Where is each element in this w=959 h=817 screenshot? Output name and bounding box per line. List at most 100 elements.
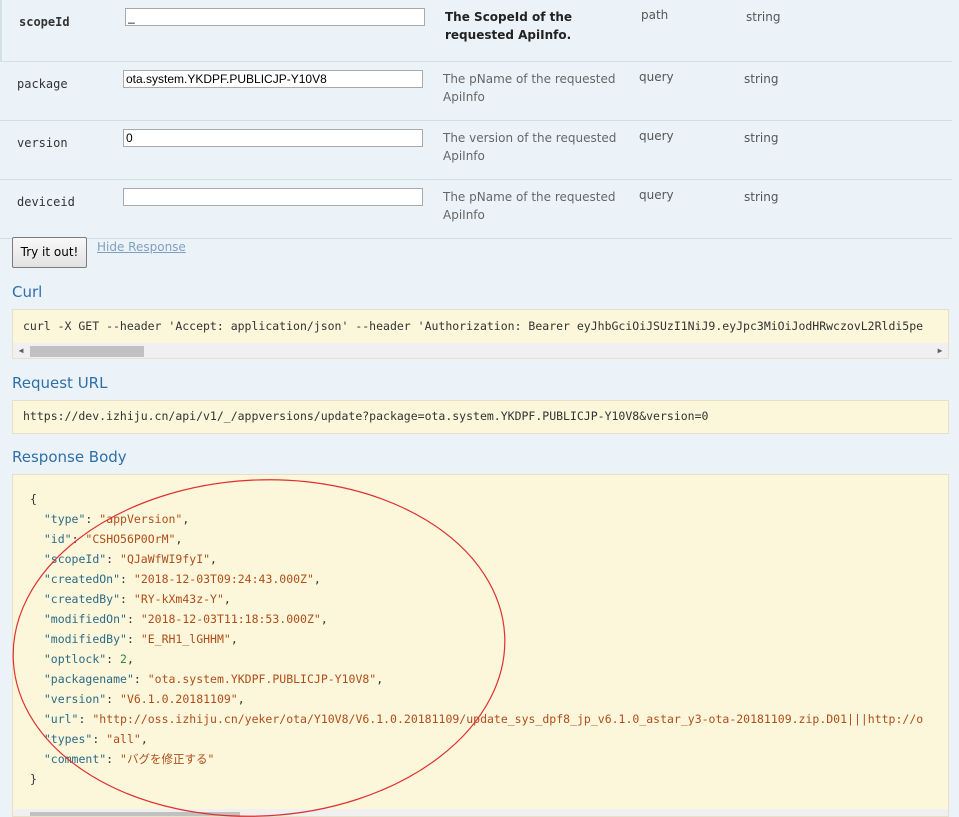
json-value: "2018-12-03T11:18:53.000Z" bbox=[140, 612, 321, 626]
hide-response-link[interactable]: Hide Response bbox=[97, 240, 186, 254]
json-comma: , bbox=[210, 552, 217, 566]
json-comma: , bbox=[126, 652, 134, 666]
param-data-type: string bbox=[744, 190, 779, 204]
scrollbar-thumb[interactable] bbox=[30, 346, 144, 357]
request-url-title: Request URL bbox=[12, 374, 108, 392]
param-type: query bbox=[639, 70, 674, 84]
curl-box: curl -X GET --header 'Accept: applicatio… bbox=[12, 309, 949, 359]
param-name: scopeId bbox=[19, 15, 70, 29]
json-key: "createdOn" bbox=[43, 572, 121, 586]
scrollbar-thumb[interactable] bbox=[30, 812, 240, 816]
json-line: "modifiedBy": "E_RH1_lGHHM", bbox=[30, 632, 238, 646]
json-colon: : bbox=[126, 612, 141, 626]
json-colon: : bbox=[126, 632, 141, 646]
json-value: "V6.1.0.20181109" bbox=[120, 692, 238, 706]
json-comma: , bbox=[320, 612, 328, 626]
param-row-deviceid: deviceid The pName of the requested ApiI… bbox=[0, 180, 952, 239]
json-key: "modifiedOn" bbox=[43, 612, 127, 626]
json-line: "comment": "バグを修正する" bbox=[30, 752, 215, 766]
json-line: "id": "CSHO56P0OrM", bbox=[30, 532, 183, 546]
json-comma: , bbox=[230, 632, 238, 646]
deviceid-input[interactable] bbox=[123, 188, 423, 206]
json-value: "QJaWfWI9fyI" bbox=[120, 552, 211, 566]
param-data-type: string bbox=[744, 72, 779, 86]
version-input[interactable] bbox=[123, 129, 423, 147]
json-key: "createdBy" bbox=[43, 592, 121, 606]
json-key: "version" bbox=[43, 692, 107, 706]
param-row-package: package The pName of the requested ApiIn… bbox=[0, 62, 952, 121]
scroll-right-icon[interactable]: ▶ bbox=[933, 343, 947, 358]
param-type: query bbox=[639, 129, 674, 143]
json-value: "E_RH1_lGHHM" bbox=[140, 632, 231, 646]
param-row-scopeid: scopeId The ScopeId of the requested Api… bbox=[0, 0, 952, 62]
json-comma: , bbox=[237, 692, 245, 706]
json-value: "バグを修正する" bbox=[120, 752, 215, 766]
response-body-title: Response Body bbox=[12, 448, 127, 466]
json-colon: : bbox=[85, 512, 100, 526]
curl-command: curl -X GET --header 'Accept: applicatio… bbox=[23, 319, 924, 333]
json-value: 2 bbox=[120, 652, 127, 666]
json-colon: : bbox=[71, 532, 86, 546]
json-colon: : bbox=[120, 572, 134, 586]
json-key: "optlock" bbox=[43, 652, 107, 666]
curl-scrollbar[interactable]: ◀ ▶ bbox=[13, 343, 948, 358]
json-line: "types": "all", bbox=[30, 732, 148, 746]
json-comma: , bbox=[175, 532, 183, 546]
json-colon: : bbox=[106, 552, 121, 566]
param-name: package bbox=[17, 77, 68, 91]
json-close-brace: } bbox=[30, 772, 37, 786]
json-line: "createdBy": "RY-kXm43z-Y", bbox=[30, 592, 231, 606]
json-key: "type" bbox=[43, 512, 86, 526]
json-value: "2018-12-03T09:24:43.000Z" bbox=[133, 572, 314, 586]
json-key: "id" bbox=[43, 532, 72, 546]
json-value: "ota.system.YKDPF.PUBLICJP-Y10V8" bbox=[147, 672, 377, 686]
json-colon: : bbox=[106, 752, 121, 766]
json-comma: , bbox=[182, 512, 190, 526]
request-url-text: https://dev.izhiju.cn/api/v1/_/appversio… bbox=[23, 409, 709, 423]
json-line: "optlock": 2, bbox=[30, 652, 134, 666]
json-line: "modifiedOn": "2018-12-03T11:18:53.000Z"… bbox=[30, 612, 328, 626]
param-type: path bbox=[641, 8, 669, 22]
curl-title: Curl bbox=[12, 283, 43, 301]
json-open-brace: { bbox=[30, 492, 37, 506]
parameters-table: scopeId The ScopeId of the requested Api… bbox=[0, 0, 952, 239]
json-key: "comment" bbox=[43, 752, 107, 766]
param-name: version bbox=[17, 136, 68, 150]
json-value: "http://oss.izhiju.cn/yeker/ota/Y10V8/V6… bbox=[92, 712, 924, 726]
json-line: "scopeId": "QJaWfWI9fyI", bbox=[30, 552, 217, 566]
param-row-version: version The version of the requested Api… bbox=[0, 121, 952, 180]
json-colon: : bbox=[133, 672, 148, 686]
json-colon: : bbox=[78, 712, 93, 726]
param-name: deviceid bbox=[17, 195, 75, 209]
json-key: "types" bbox=[43, 732, 93, 746]
json-value: "appVersion" bbox=[99, 512, 183, 526]
param-type: query bbox=[639, 188, 674, 202]
json-line: "url": "http://oss.izhiju.cn/yeker/ota/Y… bbox=[30, 712, 923, 726]
scroll-left-icon[interactable]: ◀ bbox=[14, 343, 28, 358]
try-it-out-button[interactable]: Try it out! bbox=[12, 237, 87, 268]
json-comma: , bbox=[223, 592, 231, 606]
json-line: "packagename": "ota.system.YKDPF.PUBLICJ… bbox=[30, 672, 383, 686]
param-description: The version of the requested ApiInfo bbox=[443, 131, 617, 163]
json-key: "packagename" bbox=[43, 672, 134, 686]
package-input[interactable] bbox=[123, 70, 423, 88]
request-url-box: https://dev.izhiju.cn/api/v1/_/appversio… bbox=[12, 400, 949, 434]
param-description: The ScopeId of the requested ApiInfo. bbox=[445, 10, 573, 42]
param-data-type: string bbox=[746, 10, 781, 24]
json-colon: : bbox=[106, 692, 121, 706]
json-comma: , bbox=[376, 672, 384, 686]
param-description: The pName of the requested ApiInfo bbox=[443, 190, 616, 222]
json-value: "RY-kXm43z-Y" bbox=[133, 592, 224, 606]
json-key: "url" bbox=[43, 712, 79, 726]
json-comma: , bbox=[313, 572, 321, 586]
param-data-type: string bbox=[744, 131, 779, 145]
json-comma: , bbox=[140, 732, 148, 746]
json-value: "all" bbox=[106, 732, 141, 746]
response-scrollbar[interactable] bbox=[13, 809, 948, 816]
json-key: "modifiedBy" bbox=[43, 632, 127, 646]
param-description: The pName of the requested ApiInfo bbox=[443, 72, 616, 104]
scopeid-input[interactable] bbox=[125, 8, 425, 26]
json-line: "type": "appVersion", bbox=[30, 512, 189, 526]
response-json: { "type": "appVersion", "id": "CSHO56P0O… bbox=[30, 489, 923, 789]
json-colon: : bbox=[92, 732, 107, 746]
